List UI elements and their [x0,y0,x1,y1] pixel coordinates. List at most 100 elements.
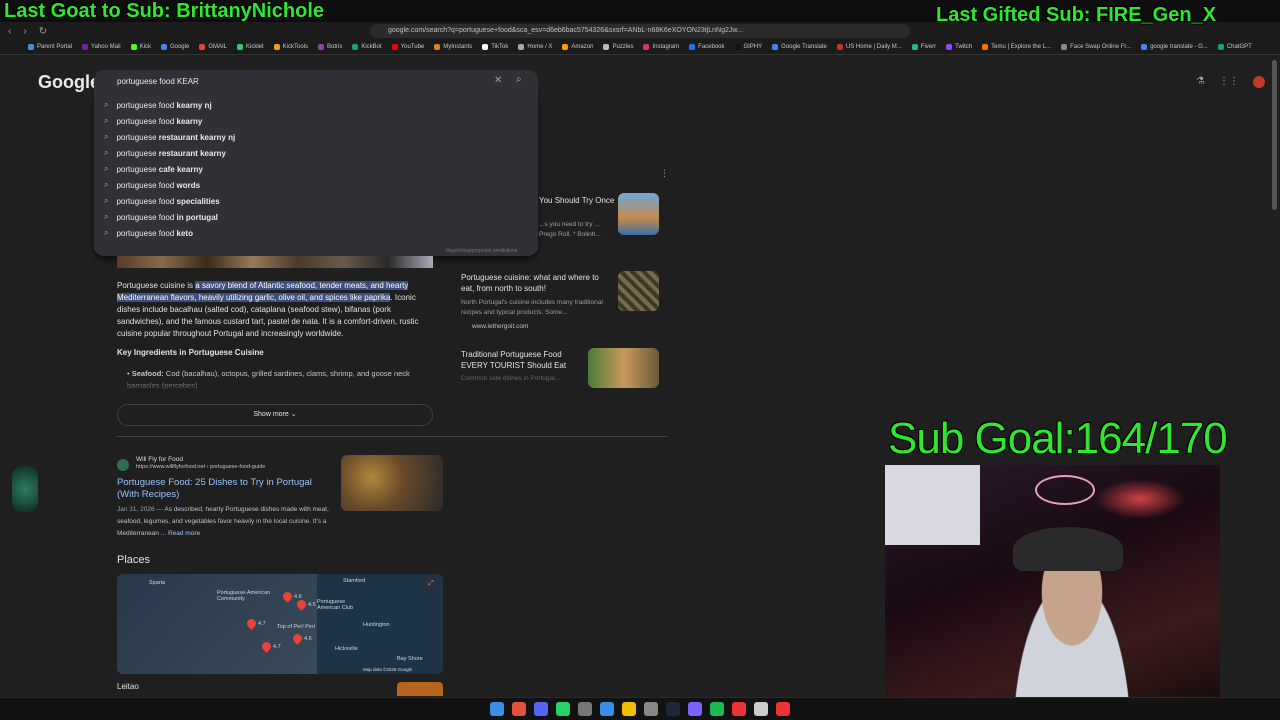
bookmark-item[interactable]: Twitch [946,44,972,50]
suggestion-item[interactable]: ⌕ portuguese food specialities [104,196,220,206]
bookmark-label: Google Translate [781,44,827,50]
bookmark-item[interactable]: KickBot [352,44,382,50]
bookmark-label: Google [169,44,190,50]
card-title[interactable]: Portuguese cuisine: what and where to ea… [461,272,611,294]
place-thumbnail[interactable] [397,682,443,696]
bookmark-item[interactable]: Botrix [318,44,342,50]
taskbar-app-icon[interactable] [556,702,570,716]
scrollbar[interactable] [1272,60,1277,210]
bookmark-item[interactable]: Kick [130,44,151,50]
taskbar-app-icon[interactable] [578,702,592,716]
result-site-name[interactable]: Will Fly for Food [136,456,183,463]
avatar[interactable] [1252,76,1265,88]
search-icon[interactable]: ⌕ [516,74,522,85]
card-snippet: North Portugal's cuisine includes many t… [461,299,603,316]
taskbar-app-icon[interactable] [754,702,768,716]
taskbar-app-icon[interactable] [600,702,614,716]
suggestion-item[interactable]: ⌕ portuguese food words [104,180,200,190]
suggestion-item[interactable]: ⌕ portuguese cafe kearny [104,164,203,174]
report-predictions-link[interactable]: Report inappropriate predictions [446,248,517,254]
suggestion-item[interactable]: ⌕ portuguese restaurant kearny nj [104,132,235,142]
forward-icon[interactable]: › [23,26,26,37]
result-title-link[interactable]: Portuguese Food: 25 Dishes to Try in Por… [117,477,332,501]
bookmark-item[interactable]: YouTube [391,44,424,50]
bookmark-item[interactable]: Google [160,44,190,50]
url-bar[interactable]: google.com/search?q=portuguese+food&sca_… [370,24,910,38]
taskbar-app-icon[interactable] [512,702,526,716]
bookmark-label: GMAIL [208,44,227,50]
card-thumbnail[interactable] [618,193,659,235]
suggestion-item[interactable]: ⌕ portuguese food kearny nj [104,100,212,110]
card-title[interactable]: Traditional Portuguese Food EVERY TOURIS… [461,349,581,371]
bookmark-item[interactable]: Google Translate [772,44,827,50]
bookmark-favicon-icon [772,44,779,50]
taskbar-app-icon[interactable] [776,702,790,716]
bookmark-item[interactable]: Instagram [643,44,679,50]
bookmark-favicon-icon [391,44,398,50]
bookmark-label: Amazon [571,44,594,50]
webcam-feed [885,465,1220,720]
divider [117,436,667,437]
place-name[interactable]: Leitao [117,682,139,691]
card-snippet: Common side dishes in Portugal... [461,375,560,382]
taskbar-app-icon[interactable] [534,702,548,716]
bookmark-item[interactable]: Fiverr [911,44,936,50]
suggestion-text: portuguese food specialities [116,196,220,206]
bookmark-label: GIPHY [743,44,763,50]
video-thumbnail[interactable] [588,348,659,388]
bookmark-item[interactable]: Temu | Explore the L... [982,44,1051,50]
clear-icon[interactable]: ✕ [494,75,502,86]
bookmark-item[interactable]: Home / X [518,44,552,50]
bookmark-item[interactable]: ChatGPT [1217,44,1252,50]
suggestions-dropdown: ⌕ portuguese food kearny nj ⌕ portuguese fo… [94,94,538,256]
bookmark-item[interactable]: GMAIL [199,44,227,50]
bookmark-item[interactable]: TikTok [482,44,508,50]
places-map[interactable]: Sparta Portuguese-American Community Sta… [117,574,443,674]
taskbar-app-icon[interactable] [644,702,658,716]
bookmark-item[interactable]: Parent Portal [28,44,72,50]
bookmark-item[interactable]: Kicklet [236,44,264,50]
suggestion-text: portuguese cafe kearny [116,164,203,174]
result-cite[interactable]: https://www.willflyforfood.net › portugu… [136,464,265,470]
expand-map-icon[interactable]: ⤢ [425,578,437,590]
taskbar-app-icon[interactable] [490,702,504,716]
google-logo[interactable]: Google [38,72,100,93]
bookmark-item[interactable]: Facebook [689,44,725,50]
reload-icon[interactable]: ↻ [39,26,47,37]
bookmark-item[interactable]: Face Swap Online Fr... [1061,44,1131,50]
bookmark-item[interactable]: KickTools [273,44,308,50]
back-icon[interactable]: ‹ [8,26,11,37]
bookmark-item[interactable]: Amazon [562,44,593,50]
suggestion-item[interactable]: ⌕ portuguese food kearny [104,116,202,126]
bookmark-item[interactable]: google translate - G... [1141,44,1208,50]
card-title[interactable]: You Should Try Once [539,195,614,206]
taskbar-app-icon[interactable] [666,702,680,716]
bookmark-favicon-icon [946,44,953,50]
labs-icon[interactable]: ⚗ [1196,76,1205,88]
bookmark-item[interactable]: MyInstants [434,44,472,50]
site-favicon [117,459,129,471]
bookmark-item[interactable]: GIPHY [734,44,763,50]
result-image[interactable] [341,455,443,511]
taskbar-app-icon[interactable] [732,702,746,716]
suggestion-item[interactable]: ⌕ portuguese food in portugal [104,212,218,222]
bookmark-favicon-icon [199,44,206,50]
taskbar-app-icon[interactable] [622,702,636,716]
taskbar-app-icon[interactable] [688,702,702,716]
search-input[interactable]: portuguese food KEAR [117,77,199,86]
suggestion-item[interactable]: ⌕ portuguese food keto [104,228,193,238]
bookmark-item[interactable]: Yahoo Mail [82,44,121,50]
apps-grid-icon[interactable]: ⋮⋮ [1219,76,1239,88]
read-more-link[interactable]: Read more [168,530,200,537]
bookmark-item[interactable]: US Home | Daily M... [836,44,902,50]
bookmark-item[interactable]: Puzzles [603,44,633,50]
card-thumbnail[interactable] [618,271,659,311]
bookmark-label: google translate - G... [1150,44,1208,50]
show-more-button[interactable]: Show more ⌄ [117,404,433,426]
pin-rating: 4.7 [273,644,281,650]
more-options-icon[interactable]: ⋮ [660,168,669,179]
suggestion-item[interactable]: ⌕ portuguese restaurant kearny [104,148,226,158]
taskbar-app-icon[interactable] [710,702,724,716]
search-icon: ⌕ [104,164,109,173]
ai-image-strip[interactable] [117,256,433,268]
